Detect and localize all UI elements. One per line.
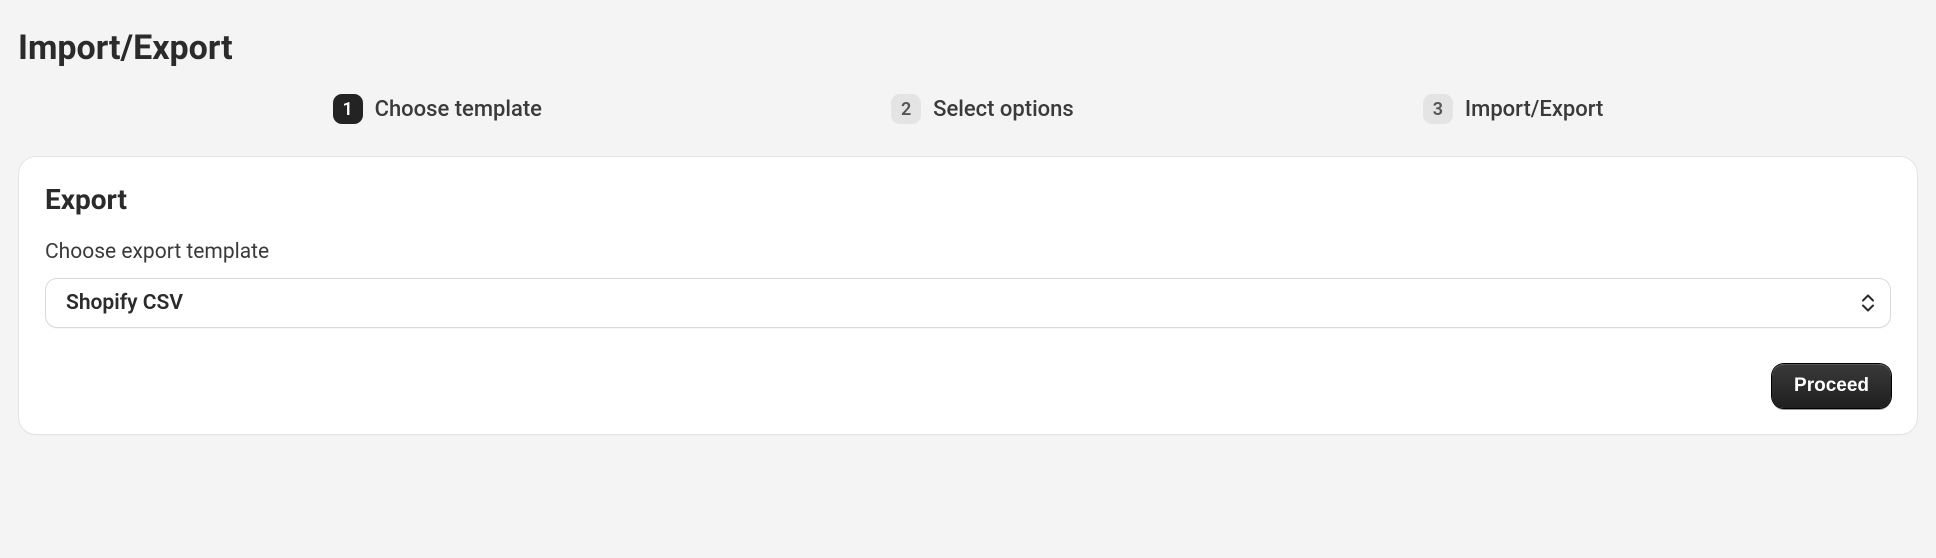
- step-number: 3: [1423, 94, 1453, 124]
- export-template-select-wrap: Shopify CSV: [45, 278, 1891, 328]
- page-title: Import/Export: [18, 28, 1918, 68]
- step-label: Import/Export: [1465, 97, 1603, 122]
- step-choose-template[interactable]: 1 Choose template: [333, 94, 542, 124]
- export-template-select[interactable]: Shopify CSV: [45, 278, 1891, 328]
- step-select-options[interactable]: 2 Select options: [891, 94, 1074, 124]
- card-title: Export: [45, 183, 1891, 216]
- stepper: 1 Choose template 2 Select options 3 Imp…: [18, 94, 1918, 124]
- step-import-export[interactable]: 3 Import/Export: [1423, 94, 1603, 124]
- step-label: Select options: [933, 97, 1074, 122]
- export-template-label: Choose export template: [45, 240, 1891, 264]
- card-actions: Proceed: [45, 364, 1891, 408]
- step-number: 1: [333, 94, 363, 124]
- step-number: 2: [891, 94, 921, 124]
- export-template-value: Shopify CSV: [66, 291, 183, 315]
- page-root: Import/Export 1 Choose template 2 Select…: [0, 0, 1936, 453]
- export-card: Export Choose export template Shopify CS…: [18, 156, 1918, 435]
- proceed-button[interactable]: Proceed: [1772, 364, 1891, 408]
- step-label: Choose template: [375, 97, 542, 122]
